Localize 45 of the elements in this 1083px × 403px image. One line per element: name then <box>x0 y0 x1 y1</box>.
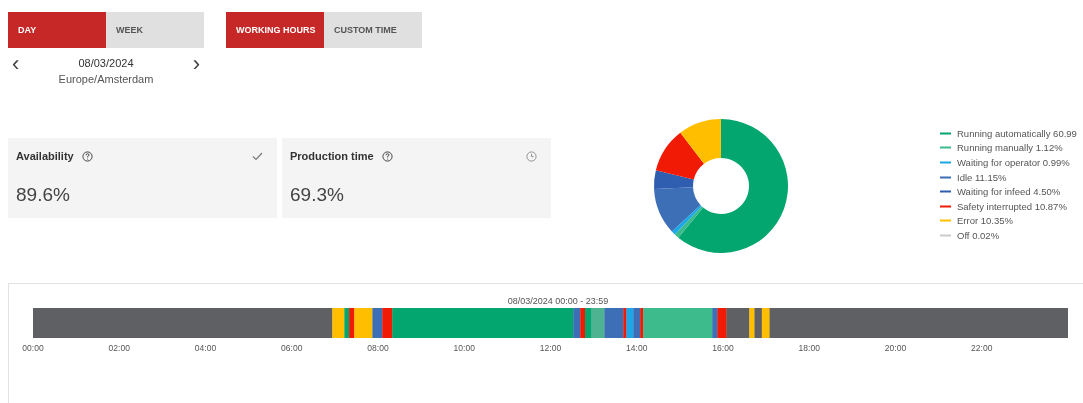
legend-swatch <box>940 175 951 179</box>
date-label: 08/03/2024 <box>78 57 134 69</box>
period-tab[interactable]: DAY <box>8 12 106 48</box>
axis-tick-label: 20:00 <box>884 343 907 353</box>
next-day-button[interactable]: › <box>188 54 204 74</box>
legend-label: Waiting for infeed 4.50% <box>957 186 1061 198</box>
range-tab[interactable]: CUSTOM TIME <box>324 12 422 48</box>
legend-label: Running automatically 60.99 <box>957 127 1077 139</box>
legend-swatch <box>940 219 951 223</box>
legend-label: Waiting for operator 0.99% <box>957 157 1070 168</box>
legend-label: Error 10.35% <box>957 215 1013 227</box>
legend-swatch <box>940 204 951 208</box>
axis-tick-label: 10:00 <box>453 343 475 353</box>
legend-swatch <box>940 131 951 135</box>
range-tab[interactable]: WORKING HOURS <box>226 12 324 48</box>
axis-tick-label: 16:00 <box>712 343 734 353</box>
axis-tick-label: 00:00 <box>22 343 44 353</box>
metric-title: Production time <box>290 150 374 162</box>
legend-label: Idle 11.15% <box>957 171 1007 183</box>
axis-tick-label: 18:00 <box>798 343 820 353</box>
check-icon <box>252 151 263 161</box>
help-icon[interactable] <box>381 150 393 162</box>
previous-day-button[interactable]: ‹ <box>8 54 24 74</box>
legend-label: Safety interrupted 10.87% <box>957 200 1067 212</box>
metric-value: 89.6% <box>16 184 71 206</box>
metric-value: 69.3% <box>290 184 345 206</box>
legend-label: Off 0.02% <box>957 229 1000 241</box>
axis-tick-label: 22:00 <box>971 343 993 353</box>
axis-tick-label: 04:00 <box>194 343 217 353</box>
legend-swatch <box>940 190 951 194</box>
legend-swatch <box>940 146 951 150</box>
axis-tick-label: 02:00 <box>108 343 130 353</box>
legend-swatch <box>940 161 951 164</box>
axis-tick-label: 14:00 <box>626 343 648 353</box>
timezone-label: Europe/Amsterdam <box>58 73 154 85</box>
axis-tick-label: 08:00 <box>367 343 389 353</box>
metric-title: Availability <box>16 150 74 162</box>
legend-label: Running manually 1.12% <box>957 142 1063 154</box>
axis-tick-label: 06:00 <box>281 343 303 353</box>
chart-title: 08/03/2024 00:00 - 23:59 <box>506 296 610 306</box>
help-icon[interactable] <box>81 150 93 162</box>
period-tab[interactable]: WEEK <box>106 12 204 48</box>
legend-swatch <box>940 233 951 237</box>
clock-icon <box>526 150 537 162</box>
axis-tick-label: 12:00 <box>539 343 562 353</box>
